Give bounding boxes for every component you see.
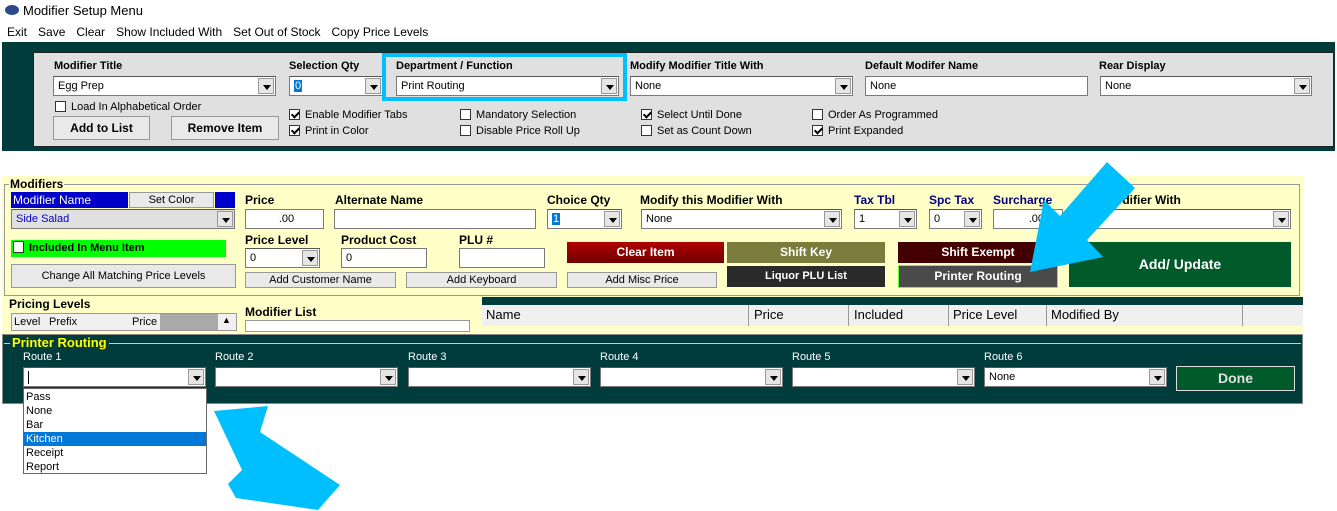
arrow-to-route-dropdown <box>214 406 340 510</box>
annotation-arrow-icon <box>214 162 1135 510</box>
arrow-to-printer-routing <box>1030 162 1135 272</box>
